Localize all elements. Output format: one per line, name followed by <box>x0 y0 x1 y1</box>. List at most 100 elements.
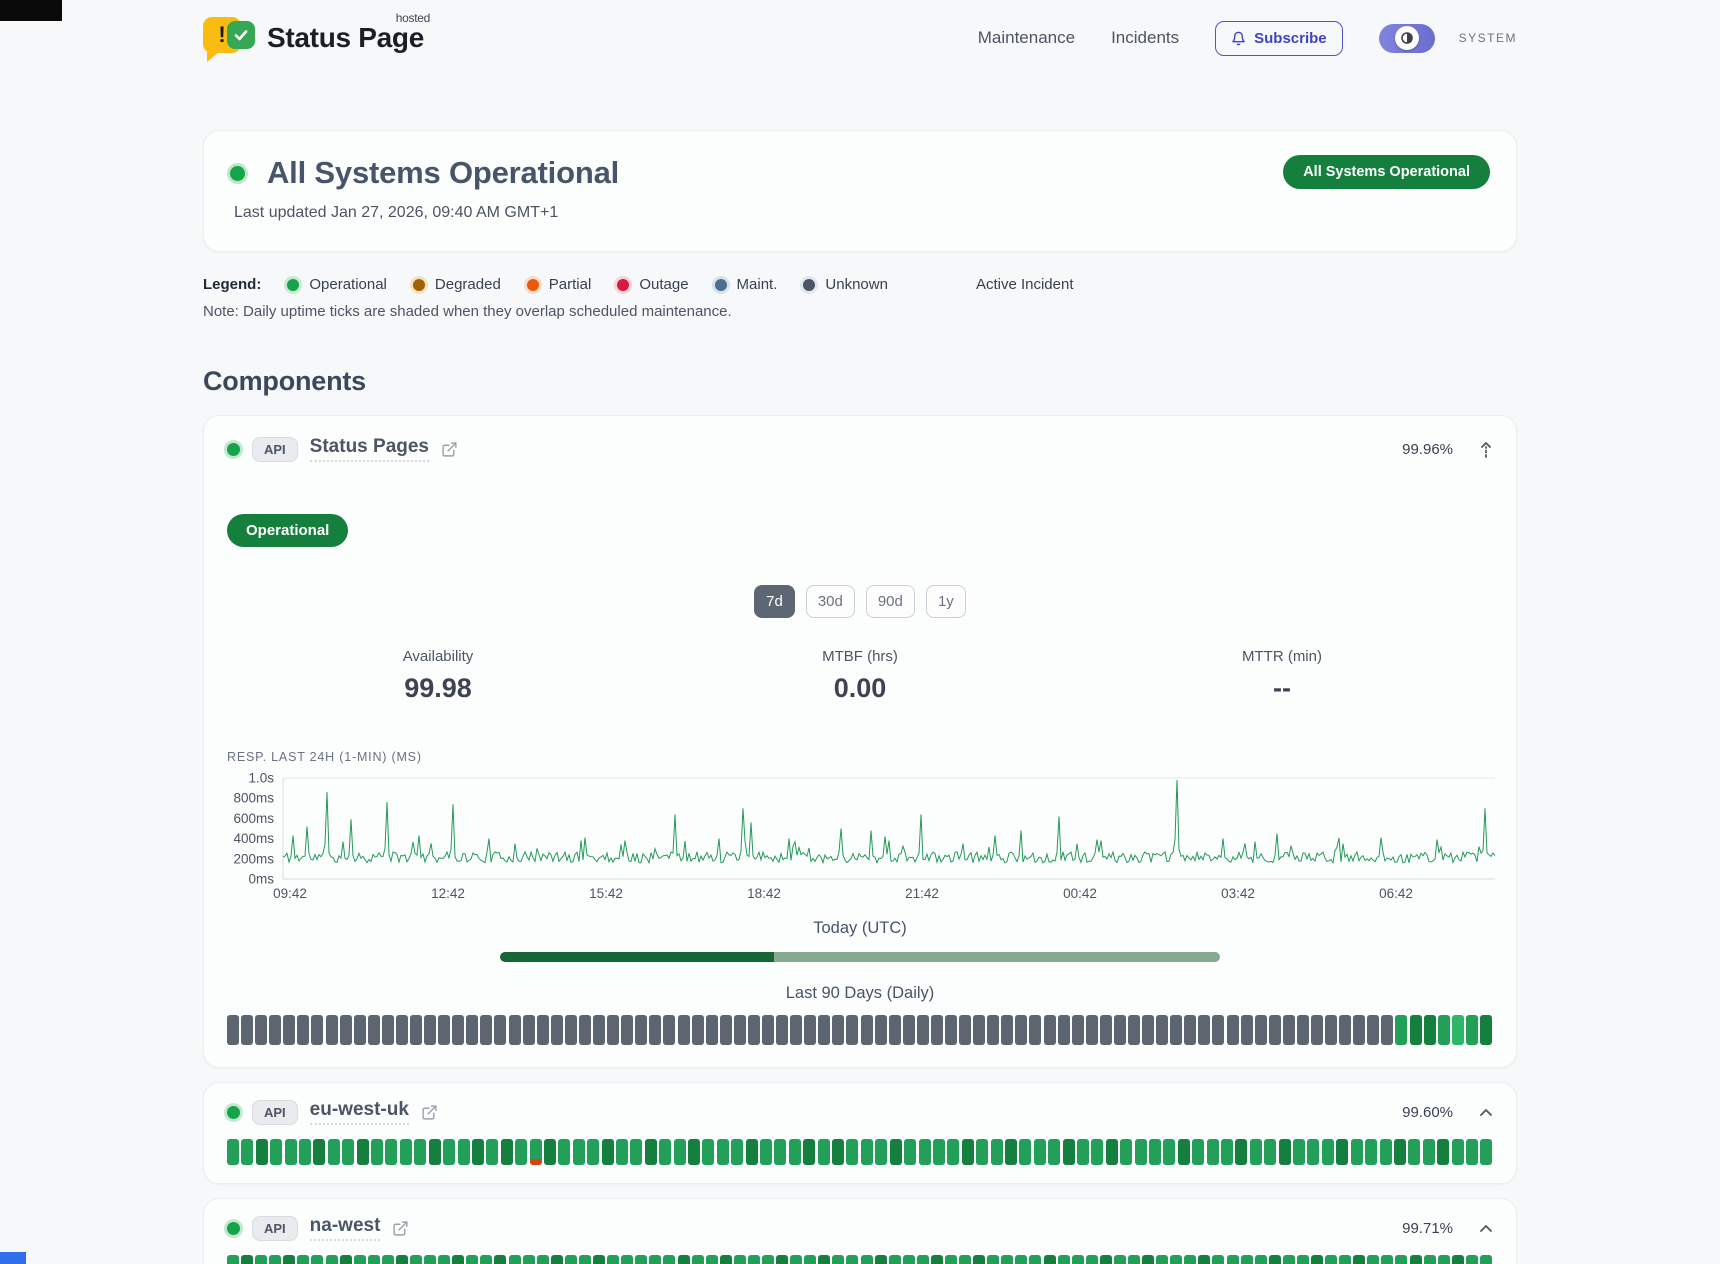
uptime-tick[interactable] <box>255 1255 267 1264</box>
uptime-tick[interactable] <box>818 1255 830 1264</box>
uptime-tick[interactable] <box>649 1015 661 1045</box>
uptime-tick[interactable] <box>227 1139 239 1165</box>
uptime-tick[interactable] <box>480 1015 492 1045</box>
uptime-tick[interactable] <box>931 1015 943 1045</box>
uptime-tick[interactable] <box>607 1255 619 1264</box>
uptime-tick[interactable] <box>919 1139 931 1165</box>
uptime-tick[interactable] <box>776 1015 788 1045</box>
uptime-tick[interactable] <box>1001 1255 1013 1264</box>
uptime-tick[interactable] <box>1394 1139 1406 1165</box>
uptime-tick[interactable] <box>1192 1139 1204 1165</box>
uptime-tick[interactable] <box>1380 1139 1392 1165</box>
uptime-tick[interactable] <box>1106 1139 1118 1165</box>
uptime-tick[interactable] <box>1077 1139 1089 1165</box>
uptime-tick[interactable] <box>1283 1015 1295 1045</box>
uptime-tick[interactable] <box>241 1255 253 1264</box>
uptime-tick[interactable] <box>1381 1255 1393 1264</box>
uptime-tick[interactable] <box>692 1255 704 1264</box>
uptime-tick[interactable] <box>875 1015 887 1045</box>
uptime-tick[interactable] <box>1351 1139 1363 1165</box>
uptime-tick[interactable] <box>283 1255 295 1264</box>
nav-incidents[interactable]: Incidents <box>1111 28 1179 48</box>
uptime-tick[interactable] <box>241 1015 253 1045</box>
uptime-tick[interactable] <box>706 1255 718 1264</box>
uptime-tick[interactable] <box>861 1139 873 1165</box>
uptime-tick[interactable] <box>621 1255 633 1264</box>
uptime-tick[interactable] <box>342 1139 354 1165</box>
uptime-tick[interactable] <box>1100 1255 1112 1264</box>
uptime-tick[interactable] <box>1149 1139 1161 1165</box>
uptime-tick[interactable] <box>593 1015 605 1045</box>
uptime-tick[interactable] <box>1480 1255 1492 1264</box>
uptime-tick[interactable] <box>523 1255 535 1264</box>
uptime-tick[interactable] <box>1269 1255 1281 1264</box>
uptime-tick[interactable] <box>748 1015 760 1045</box>
uptime-tick[interactable] <box>299 1139 311 1165</box>
uptime-tick[interactable] <box>947 1139 959 1165</box>
uptime-tick[interactable] <box>1297 1255 1309 1264</box>
uptime-tick[interactable] <box>1029 1015 1041 1045</box>
uptime-tick[interactable] <box>776 1255 788 1264</box>
collapse-arrow-icon[interactable] <box>1479 440 1493 459</box>
uptime-tick[interactable] <box>1438 1015 1450 1045</box>
uptime-tick[interactable] <box>1408 1139 1420 1165</box>
expand-chevron-icon[interactable] <box>1479 1223 1493 1233</box>
uptime-tick[interactable] <box>438 1255 450 1264</box>
uptime-tick[interactable] <box>1353 1015 1365 1045</box>
uptime-tick[interactable] <box>410 1255 422 1264</box>
uptime-tick[interactable] <box>889 1255 901 1264</box>
uptime-tick[interactable] <box>720 1255 732 1264</box>
uptime-tick[interactable] <box>311 1015 323 1045</box>
uptime-tick[interactable] <box>1395 1255 1407 1264</box>
uptime-tick[interactable] <box>371 1139 383 1165</box>
uptime-tick[interactable] <box>537 1015 549 1045</box>
uptime-tick[interactable] <box>1086 1015 1098 1045</box>
uptime-tick[interactable] <box>774 1139 786 1165</box>
uptime-tick[interactable] <box>452 1255 464 1264</box>
uptime-tick[interactable] <box>1452 1255 1464 1264</box>
uptime-tick[interactable] <box>368 1255 380 1264</box>
uptime-tick[interactable] <box>1178 1139 1190 1165</box>
uptime-tick[interactable] <box>1114 1015 1126 1045</box>
uptime-tick[interactable] <box>579 1255 591 1264</box>
uptime-tick[interactable] <box>1336 1139 1348 1165</box>
uptime-tick[interactable] <box>1198 1255 1210 1264</box>
uptime-tick[interactable] <box>573 1139 585 1165</box>
uptime-tick[interactable] <box>917 1255 929 1264</box>
uptime-tick[interactable] <box>587 1139 599 1165</box>
uptime-tick[interactable] <box>1255 1255 1267 1264</box>
uptime-tick[interactable] <box>1367 1255 1379 1264</box>
uptime-tick[interactable] <box>1283 1255 1295 1264</box>
uptime-tick[interactable] <box>1311 1255 1323 1264</box>
uptime-tick[interactable] <box>1438 1255 1450 1264</box>
uptime-tick[interactable] <box>1005 1139 1017 1165</box>
uptime-tick[interactable] <box>1325 1255 1337 1264</box>
uptime-tick[interactable] <box>1135 1139 1147 1165</box>
uptime-tick[interactable] <box>630 1139 642 1165</box>
uptime-tick[interactable] <box>621 1015 633 1045</box>
uptime-tick[interactable] <box>1325 1015 1337 1045</box>
uptime-tick[interactable] <box>326 1255 338 1264</box>
uptime-tick[interactable] <box>486 1139 498 1165</box>
uptime-tick[interactable] <box>945 1015 957 1045</box>
uptime-tick[interactable] <box>678 1015 690 1045</box>
uptime-tick[interactable] <box>1198 1015 1210 1045</box>
uptime-tick[interactable] <box>762 1015 774 1045</box>
uptime-tick[interactable] <box>256 1139 268 1165</box>
uptime-tick[interactable] <box>1015 1015 1027 1045</box>
uptime-tick[interactable] <box>1279 1139 1291 1165</box>
uptime-tick[interactable] <box>297 1255 309 1264</box>
uptime-tick[interactable] <box>1255 1015 1267 1045</box>
uptime-tick[interactable] <box>702 1139 714 1165</box>
uptime-tick[interactable] <box>424 1255 436 1264</box>
range-button-30d[interactable]: 30d <box>806 585 855 618</box>
uptime-tick[interactable] <box>602 1139 614 1165</box>
uptime-tick[interactable] <box>717 1139 729 1165</box>
uptime-tick[interactable] <box>1307 1139 1319 1165</box>
range-button-1y[interactable]: 1y <box>926 585 966 618</box>
uptime-tick[interactable] <box>1424 1255 1436 1264</box>
uptime-tick[interactable] <box>789 1139 801 1165</box>
uptime-tick[interactable] <box>976 1139 988 1165</box>
uptime-tick[interactable] <box>973 1255 985 1264</box>
uptime-tick[interactable] <box>917 1015 929 1045</box>
